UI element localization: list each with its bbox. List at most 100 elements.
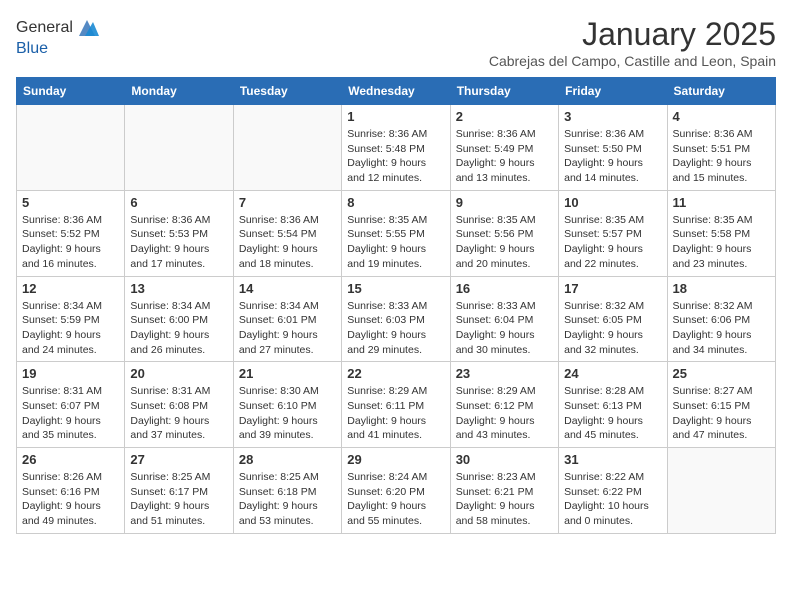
day-info: Sunrise: 8:36 AMSunset: 5:53 PMDaylight:… — [130, 213, 227, 272]
weekday-header-tuesday: Tuesday — [233, 78, 341, 105]
day-number: 15 — [347, 281, 444, 296]
day-info: Sunrise: 8:34 AMSunset: 6:01 PMDaylight:… — [239, 299, 336, 358]
day-number: 5 — [22, 195, 119, 210]
month-title: January 2025 — [489, 16, 776, 53]
weekday-header-saturday: Saturday — [667, 78, 775, 105]
calendar-cell: 25Sunrise: 8:27 AMSunset: 6:15 PMDayligh… — [667, 362, 775, 448]
calendar-cell: 9 Sunrise: 8:35 AMSunset: 5:56 PMDaylight… — [450, 190, 558, 276]
day-number: 16 — [456, 281, 553, 296]
day-number: 10 — [564, 195, 661, 210]
title-block: January 2025 Cabrejas del Campo, Castill… — [489, 16, 776, 69]
day-info: Sunrise: 8:31 AMSunset: 6:07 PMDaylight:… — [22, 384, 119, 443]
calendar-cell: 6 Sunrise: 8:36 AMSunset: 5:53 PMDaylight… — [125, 190, 233, 276]
calendar-cell — [667, 448, 775, 534]
day-info: Sunrise: 8:30 AMSunset: 6:10 PMDaylight:… — [239, 384, 336, 443]
day-number: 23 — [456, 366, 553, 381]
calendar-cell: 16Sunrise: 8:33 AMSunset: 6:04 PMDayligh… — [450, 276, 558, 362]
day-info: Sunrise: 8:32 AMSunset: 6:06 PMDaylight:… — [673, 299, 770, 358]
day-info: Sunrise: 8:35 AMSunset: 5:56 PMDaylight:… — [456, 213, 553, 272]
calendar-cell: 5Sunrise: 8:36 AMSunset: 5:52 PMDaylight… — [17, 190, 125, 276]
day-number: 20 — [130, 366, 227, 381]
calendar-cell: 26Sunrise: 8:26 AMSunset: 6:16 PMDayligh… — [17, 448, 125, 534]
calendar-cell: 29 Sunrise: 8:24 AMSunset: 6:20 PMDayligh… — [342, 448, 450, 534]
day-info: Sunrise: 8:35 AMSunset: 5:58 PMDaylight:… — [673, 213, 770, 272]
weekday-header-row: SundayMondayTuesdayWednesdayThursdayFrid… — [17, 78, 776, 105]
day-number: 6 — [130, 195, 227, 210]
day-info: Sunrise: 8:35 AMSunset: 5:55 PMDaylight:… — [347, 213, 444, 272]
calendar-cell — [233, 105, 341, 191]
day-number: 9 — [456, 195, 553, 210]
day-number: 8 — [347, 195, 444, 210]
calendar-cell: 3Sunrise: 8:36 AMSunset: 5:50 PMDaylight… — [559, 105, 667, 191]
calendar-cell: 8 Sunrise: 8:35 AMSunset: 5:55 PMDaylight… — [342, 190, 450, 276]
day-number: 19 — [22, 366, 119, 381]
calendar-cell: 17 Sunrise: 8:32 AMSunset: 6:05 PMDayligh… — [559, 276, 667, 362]
calendar-week-row: 26Sunrise: 8:26 AMSunset: 6:16 PMDayligh… — [17, 448, 776, 534]
day-number: 4 — [673, 109, 770, 124]
weekday-header-friday: Friday — [559, 78, 667, 105]
day-number: 18 — [673, 281, 770, 296]
calendar-cell: 13 Sunrise: 8:34 AMSunset: 6:00 PMDayligh… — [125, 276, 233, 362]
weekday-header-thursday: Thursday — [450, 78, 558, 105]
day-number: 25 — [673, 366, 770, 381]
day-info: Sunrise: 8:23 AMSunset: 6:21 PMDaylight:… — [456, 470, 553, 529]
day-number: 13 — [130, 281, 227, 296]
day-info: Sunrise: 8:34 AMSunset: 5:59 PMDaylight:… — [22, 299, 119, 358]
calendar-cell: 18 Sunrise: 8:32 AMSunset: 6:06 PMDayligh… — [667, 276, 775, 362]
calendar-cell: 11 Sunrise: 8:35 AMSunset: 5:58 PMDayligh… — [667, 190, 775, 276]
day-number: 12 — [22, 281, 119, 296]
calendar-cell: 7 Sunrise: 8:36 AMSunset: 5:54 PMDaylight… — [233, 190, 341, 276]
day-number: 7 — [239, 195, 336, 210]
calendar-cell: 27 Sunrise: 8:25 AMSunset: 6:17 PMDayligh… — [125, 448, 233, 534]
day-info: Sunrise: 8:36 AMSunset: 5:48 PMDaylight:… — [347, 127, 444, 186]
day-info: Sunrise: 8:24 AMSunset: 6:20 PMDaylight:… — [347, 470, 444, 529]
calendar-cell: 20 Sunrise: 8:31 AMSunset: 6:08 PMDayligh… — [125, 362, 233, 448]
day-number: 22 — [347, 366, 444, 381]
calendar-cell: 1Sunrise: 8:36 AMSunset: 5:48 PMDaylight… — [342, 105, 450, 191]
day-info: Sunrise: 8:28 AMSunset: 6:13 PMDaylight:… — [564, 384, 661, 443]
calendar-cell — [17, 105, 125, 191]
calendar-cell: 28 Sunrise: 8:25 AMSunset: 6:18 PMDayligh… — [233, 448, 341, 534]
calendar-cell: 30Sunrise: 8:23 AMSunset: 6:21 PMDayligh… — [450, 448, 558, 534]
weekday-header-sunday: Sunday — [17, 78, 125, 105]
calendar-week-row: 1Sunrise: 8:36 AMSunset: 5:48 PMDaylight… — [17, 105, 776, 191]
day-info: Sunrise: 8:26 AMSunset: 6:16 PMDaylight:… — [22, 470, 119, 529]
day-number: 11 — [673, 195, 770, 210]
day-info: Sunrise: 8:29 AMSunset: 6:12 PMDaylight:… — [456, 384, 553, 443]
day-info: Sunrise: 8:25 AMSunset: 6:18 PMDaylight:… — [239, 470, 336, 529]
day-info: Sunrise: 8:36 AMSunset: 5:54 PMDaylight:… — [239, 213, 336, 272]
logo-general-text: General — [16, 19, 73, 37]
weekday-header-wednesday: Wednesday — [342, 78, 450, 105]
day-number: 28 — [239, 452, 336, 467]
calendar-cell: 31 Sunrise: 8:22 AMSunset: 6:22 PMDayligh… — [559, 448, 667, 534]
calendar-cell: 10Sunrise: 8:35 AMSunset: 5:57 PMDayligh… — [559, 190, 667, 276]
day-number: 17 — [564, 281, 661, 296]
day-number: 14 — [239, 281, 336, 296]
calendar-week-row: 12 Sunrise: 8:34 AMSunset: 5:59 PMDayligh… — [17, 276, 776, 362]
calendar-table: SundayMondayTuesdayWednesdayThursdayFrid… — [16, 77, 776, 534]
day-info: Sunrise: 8:36 AMSunset: 5:49 PMDaylight:… — [456, 127, 553, 186]
day-number: 21 — [239, 366, 336, 381]
day-number: 29 — [347, 452, 444, 467]
day-info: Sunrise: 8:34 AMSunset: 6:00 PMDaylight:… — [130, 299, 227, 358]
location-subtitle: Cabrejas del Campo, Castille and Leon, S… — [489, 53, 776, 69]
calendar-cell: 22 Sunrise: 8:29 AMSunset: 6:11 PMDayligh… — [342, 362, 450, 448]
day-info: Sunrise: 8:36 AMSunset: 5:51 PMDaylight:… — [673, 127, 770, 186]
day-number: 27 — [130, 452, 227, 467]
calendar-cell: 15Sunrise: 8:33 AMSunset: 6:03 PMDayligh… — [342, 276, 450, 362]
calendar-cell: 19 Sunrise: 8:31 AMSunset: 6:07 PMDayligh… — [17, 362, 125, 448]
day-number: 31 — [564, 452, 661, 467]
calendar-cell: 14 Sunrise: 8:34 AMSunset: 6:01 PMDayligh… — [233, 276, 341, 362]
logo-icon — [75, 16, 99, 40]
day-info: Sunrise: 8:32 AMSunset: 6:05 PMDaylight:… — [564, 299, 661, 358]
day-info: Sunrise: 8:22 AMSunset: 6:22 PMDaylight:… — [564, 470, 661, 529]
calendar-cell: 12 Sunrise: 8:34 AMSunset: 5:59 PMDayligh… — [17, 276, 125, 362]
day-info: Sunrise: 8:25 AMSunset: 6:17 PMDaylight:… — [130, 470, 227, 529]
calendar-cell — [125, 105, 233, 191]
day-info: Sunrise: 8:31 AMSunset: 6:08 PMDaylight:… — [130, 384, 227, 443]
day-number: 2 — [456, 109, 553, 124]
calendar-cell: 24Sunrise: 8:28 AMSunset: 6:13 PMDayligh… — [559, 362, 667, 448]
day-info: Sunrise: 8:29 AMSunset: 6:11 PMDaylight:… — [347, 384, 444, 443]
calendar-week-row: 19 Sunrise: 8:31 AMSunset: 6:07 PMDayligh… — [17, 362, 776, 448]
page-header: General Blue January 2025 Cabrejas del C… — [16, 16, 776, 69]
